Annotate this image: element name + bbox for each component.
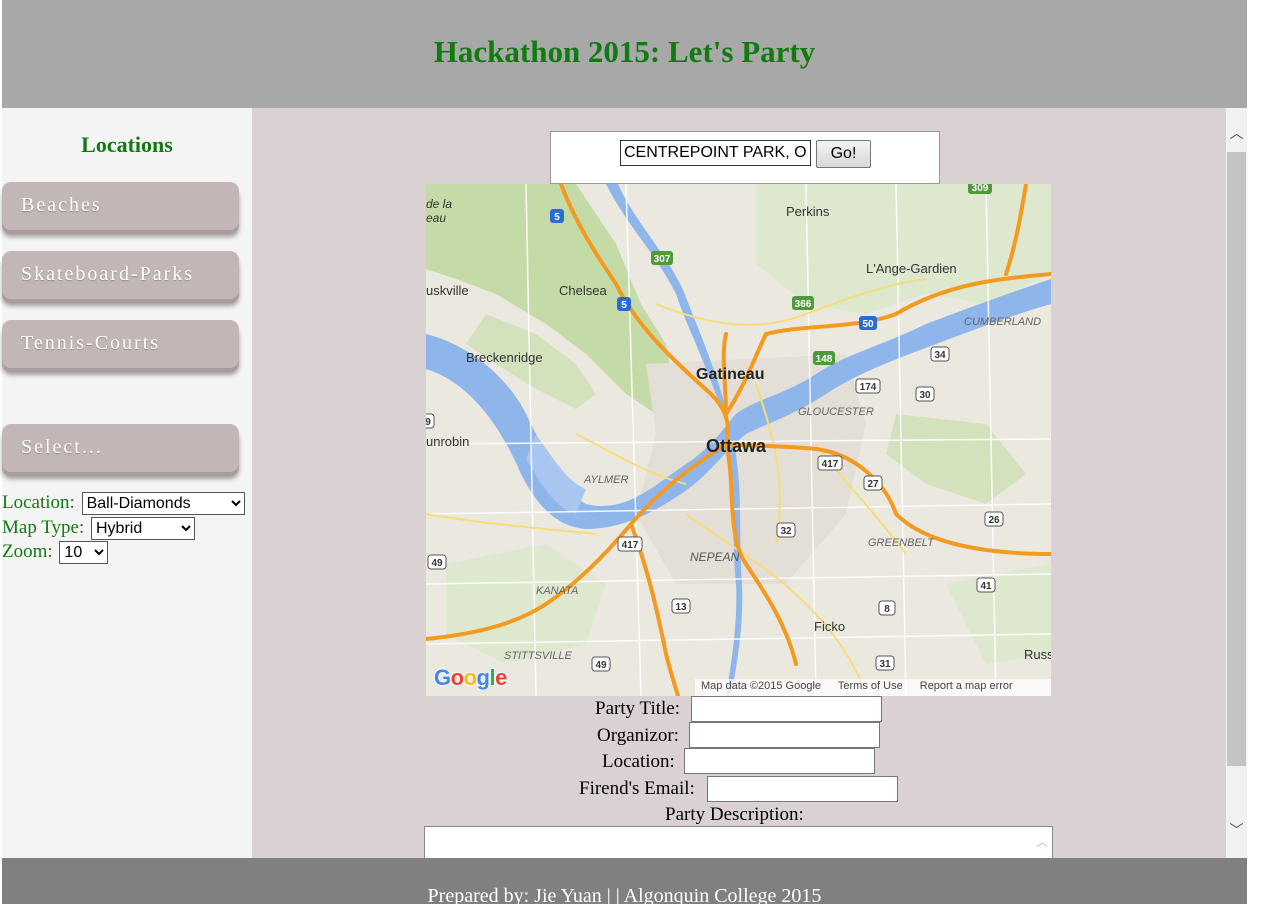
label-aylmer: AYLMER — [583, 474, 628, 486]
friend-email-input[interactable] — [707, 776, 898, 802]
beaches-button[interactable]: Beaches — [2, 182, 239, 230]
shield-13: 13 — [675, 602, 687, 613]
shield-49a: 49 — [431, 558, 443, 569]
label-perkins: Perkins — [786, 204, 830, 219]
shield-174: 174 — [860, 382, 877, 393]
footer-credits: Prepared by: Jie Yuan | | Algonquin Coll… — [427, 885, 822, 904]
location-select[interactable]: Ball-Diamonds — [81, 492, 245, 516]
shield-27: 27 — [867, 479, 879, 490]
sidebar: Locations Beaches Skateboard-Parks Tenni… — [2, 108, 252, 858]
label-de-la: de la — [426, 197, 452, 211]
scroll-down-icon[interactable]: ﹀ — [1226, 821, 1247, 841]
shield-417b: 417 — [622, 540, 639, 551]
address-search-input[interactable] — [620, 140, 811, 166]
main-content: Go! — [252, 108, 1226, 858]
shield-309: 309 — [972, 184, 989, 194]
organizor-label: Organizor: — [597, 725, 679, 746]
shield-5b: 5 — [621, 300, 627, 311]
label-gatineau: Gatineau — [696, 366, 764, 383]
page-title: Hackathon 2015: Let's Party — [433, 34, 816, 69]
map-view[interactable]: 5 307 5 366 50 148 34 174 30 417 27 26 3… — [426, 184, 1051, 696]
zoom-select[interactable]: 10 — [59, 541, 109, 565]
location-form-label: Location: — [602, 751, 675, 772]
shield-30: 30 — [919, 390, 931, 401]
page-scrollbar[interactable]: ︿ ﹀ — [1226, 108, 1247, 858]
label-unrobin: unrobin — [426, 434, 469, 449]
organizor-input[interactable] — [689, 722, 880, 748]
page-footer: Prepared by: Jie Yuan | | Algonquin Coll… — [2, 858, 1247, 904]
party-description-label: Party Description: — [665, 804, 804, 825]
party-description-textarea[interactable]: ︿ — [424, 826, 1053, 858]
location-control: Location: Ball-Diamonds — [2, 492, 245, 516]
shield-9: 9 — [426, 417, 431, 428]
skateboard-parks-button[interactable]: Skateboard-Parks — [2, 251, 239, 299]
tennis-courts-button[interactable]: Tennis-Courts — [2, 320, 239, 368]
shield-31: 31 — [879, 659, 891, 670]
shield-366: 366 — [795, 299, 812, 310]
label-uskville: uskville — [426, 283, 469, 298]
party-title-input[interactable] — [691, 696, 882, 722]
shield-307: 307 — [654, 254, 671, 265]
label-greenbelt: GREENBELT — [868, 537, 935, 549]
map-type-label: Map Type: — [2, 517, 85, 538]
map-canvas: 5 307 5 366 50 148 34 174 30 417 27 26 3… — [426, 184, 1051, 696]
label-chelsea: Chelsea — [559, 283, 607, 298]
label-eau: eau — [426, 211, 446, 225]
location-label: Location: — [2, 492, 75, 513]
textarea-scroll-up-icon[interactable]: ︿ — [1036, 833, 1048, 850]
label-cumberland: CUMBERLAND — [964, 316, 1041, 328]
shield-34: 34 — [934, 350, 946, 361]
label-russ: Russ — [1024, 647, 1051, 662]
google-logo: Google — [434, 665, 507, 690]
zoom-label: Zoom: — [2, 541, 53, 562]
label-gloucester: GLOUCESTER — [798, 406, 874, 418]
party-title-label: Party Title: — [595, 698, 680, 719]
label-nepean: NEPEAN — [690, 550, 740, 564]
zoom-control: Zoom: 10 — [2, 541, 109, 565]
location-input[interactable] — [684, 748, 875, 774]
shield-26: 26 — [988, 515, 1000, 526]
label-ottawa: Ottawa — [706, 436, 767, 456]
label-breckenridge: Breckenridge — [466, 350, 543, 365]
shield-32: 32 — [780, 526, 792, 537]
shield-5a: 5 — [554, 212, 560, 223]
scroll-thumb[interactable] — [1227, 152, 1246, 766]
select-button[interactable]: Select... — [2, 424, 239, 472]
sidebar-heading: Locations — [81, 132, 173, 157]
label-stittsville: STITTSVILLE — [504, 650, 573, 662]
map-type-control: Map Type: Hybrid — [2, 517, 195, 541]
map-type-select[interactable]: Hybrid — [90, 517, 195, 541]
terms-of-use-link[interactable]: Terms of Use — [838, 680, 903, 692]
report-map-error-link[interactable]: Report a map error — [920, 680, 1013, 692]
scroll-up-icon[interactable]: ︿ — [1226, 124, 1247, 144]
shield-417a: 417 — [822, 459, 839, 470]
friend-email-label: Firend's Email: — [579, 778, 695, 799]
shield-49b: 49 — [595, 660, 607, 671]
shield-8: 8 — [884, 604, 890, 615]
map-attribution: Map data ©2015 Google — [701, 680, 822, 692]
go-button[interactable]: Go! — [816, 140, 871, 168]
shield-41: 41 — [980, 581, 992, 592]
search-panel: Go! — [550, 131, 940, 184]
label-ficko: Ficko — [814, 619, 845, 634]
label-lange-gardien: L'Ange-Gardien — [866, 261, 957, 276]
page-header: Hackathon 2015: Let's Party — [2, 0, 1247, 108]
shield-50: 50 — [862, 319, 874, 330]
map-attribution-bar: Map data ©2015 Google Terms of Use Repor… — [695, 679, 1051, 696]
shield-148: 148 — [816, 354, 833, 365]
label-kanata: KANATA — [536, 585, 578, 597]
